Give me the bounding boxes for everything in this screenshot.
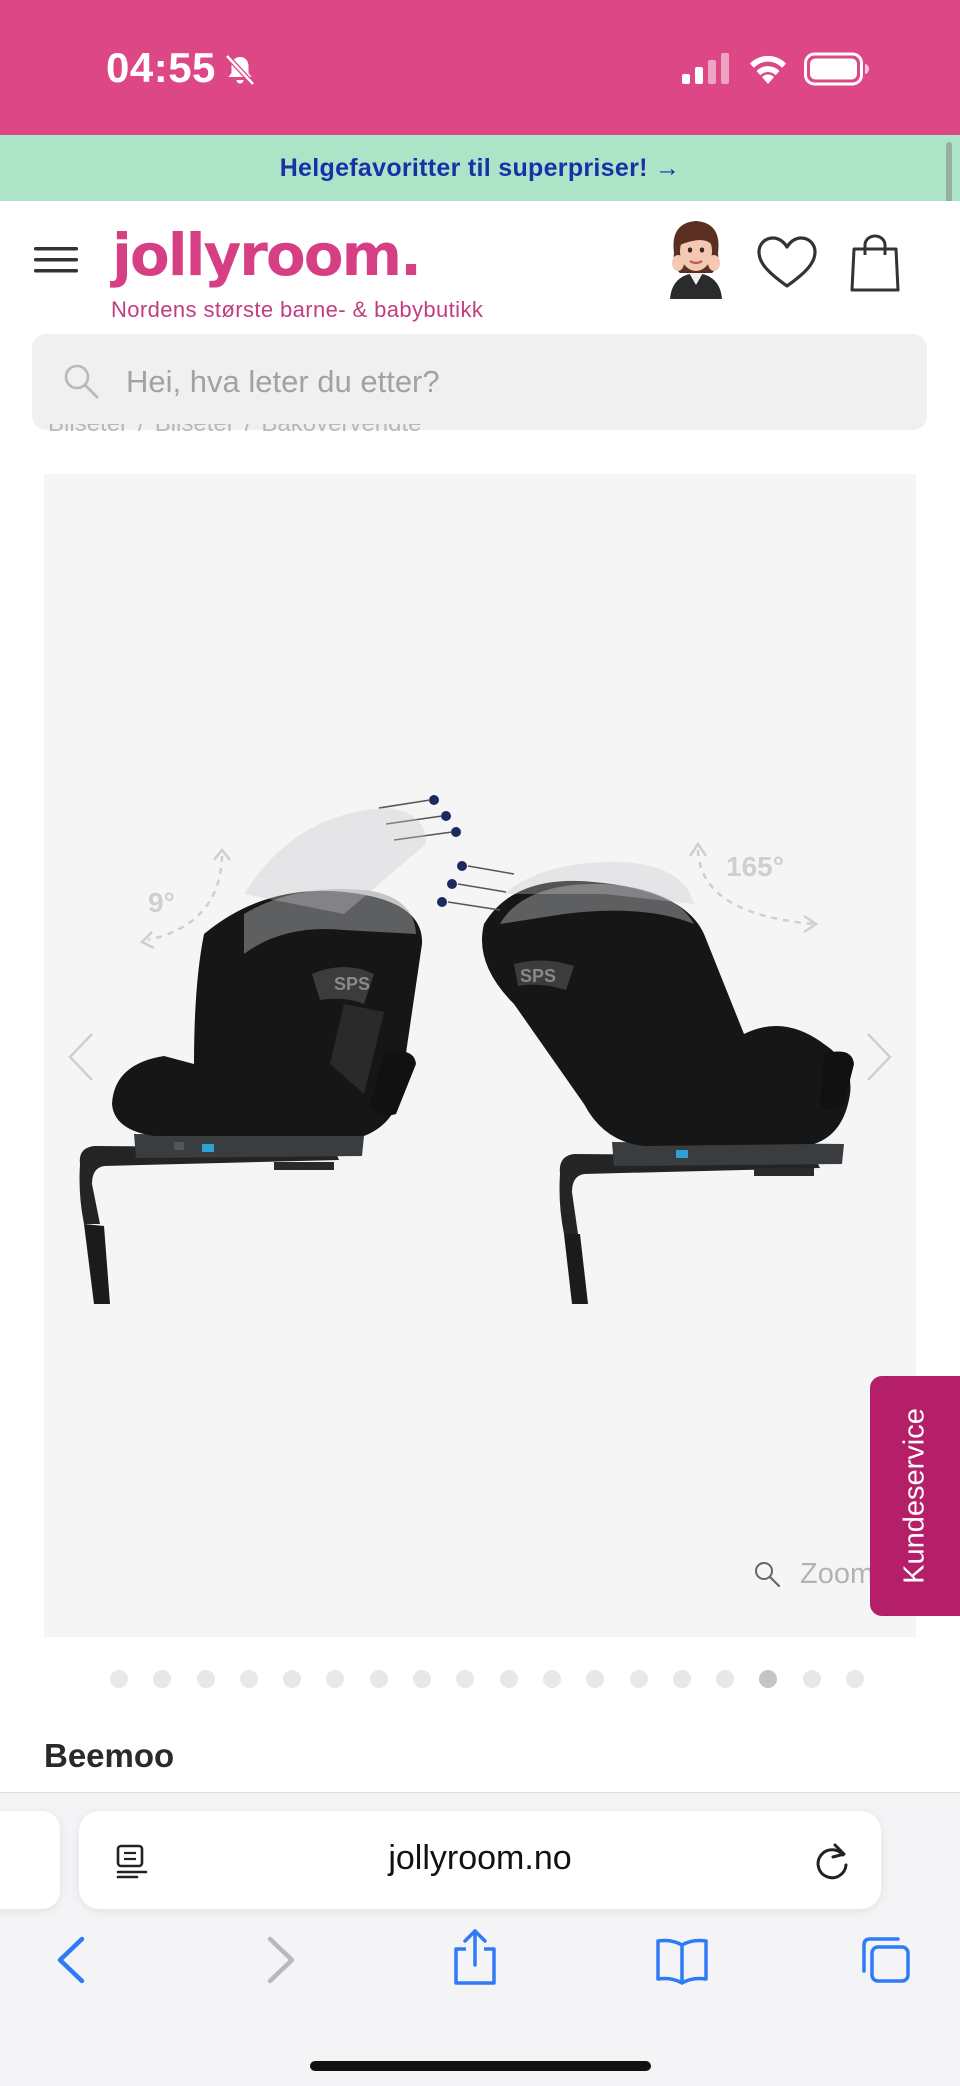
right-car-seat: SPS 165° bbox=[437, 841, 854, 1304]
gallery-next-arrow-icon[interactable] bbox=[864, 1030, 894, 1084]
gallery-dot[interactable] bbox=[672, 1670, 691, 1688]
signal-icon bbox=[682, 53, 729, 84]
car-seat-image: SPS 9° SPS 165° bbox=[79, 795, 854, 1304]
gallery-dot[interactable] bbox=[802, 1670, 821, 1688]
breadcrumb: Bilseter / Bilseter / Bakovervendte bbox=[48, 424, 422, 448]
gallery-dot[interactable] bbox=[716, 1670, 735, 1688]
bell-slash-icon bbox=[225, 54, 255, 86]
product-brand[interactable]: Beemoo bbox=[44, 1737, 174, 1775]
breadcrumb-separator: / bbox=[245, 424, 252, 437]
gallery-dot[interactable] bbox=[456, 1670, 475, 1688]
right-seat-label: SPS bbox=[520, 966, 556, 986]
recline-angle-label-right: 165° bbox=[726, 851, 784, 882]
gallery-dot[interactable] bbox=[110, 1670, 128, 1688]
site-header: jollyroom. Nordens største barne- & baby… bbox=[0, 201, 960, 323]
reload-icon[interactable] bbox=[813, 1841, 851, 1881]
gallery-dot[interactable] bbox=[326, 1670, 345, 1688]
gallery-dot[interactable] bbox=[586, 1670, 605, 1688]
avatar[interactable] bbox=[660, 215, 732, 299]
left-seat-label: SPS bbox=[334, 974, 370, 994]
gallery-dot[interactable] bbox=[759, 1670, 778, 1688]
breadcrumb-item[interactable]: Bakovervendte bbox=[261, 424, 421, 437]
gallery-dot[interactable] bbox=[846, 1670, 865, 1688]
share-icon[interactable] bbox=[448, 1927, 502, 1987]
zoom-icon bbox=[755, 1562, 781, 1588]
site-logo[interactable]: jollyroom. bbox=[112, 221, 422, 289]
gallery-dot[interactable] bbox=[369, 1670, 388, 1688]
gallery-dot[interactable] bbox=[196, 1670, 215, 1688]
forward-icon[interactable] bbox=[250, 1933, 306, 1987]
gallery-dot[interactable] bbox=[153, 1670, 172, 1688]
status-bar: 04:55 bbox=[0, 0, 960, 135]
back-icon[interactable] bbox=[46, 1933, 102, 1987]
gallery-dot[interactable] bbox=[283, 1670, 302, 1688]
shopping-bag-icon[interactable] bbox=[848, 233, 902, 293]
address-bar[interactable]: jollyroom.no bbox=[79, 1811, 881, 1909]
zoom-label[interactable]: Zoom bbox=[800, 1558, 874, 1591]
gallery-dot[interactable] bbox=[239, 1670, 258, 1688]
promo-banner[interactable]: Helgefavoritter til superpriser! → bbox=[0, 135, 960, 201]
promo-link[interactable]: Helgefavoritter til superpriser! → bbox=[280, 154, 681, 183]
heart-icon[interactable] bbox=[756, 235, 818, 291]
gallery-pagination bbox=[110, 1670, 865, 1690]
zoom-control[interactable]: Zoom bbox=[752, 1554, 874, 1594]
screen: { "status_bar": { "time": "04:55", "icon… bbox=[0, 0, 960, 2086]
gallery-dot[interactable] bbox=[499, 1670, 518, 1688]
menu-icon[interactable] bbox=[34, 243, 78, 277]
status-time: 04:55 bbox=[106, 44, 216, 91]
tabs-icon[interactable] bbox=[858, 1933, 914, 1987]
gallery-dot[interactable] bbox=[413, 1670, 432, 1688]
battery-icon bbox=[804, 52, 869, 86]
search-icon bbox=[64, 364, 99, 399]
bookmarks-icon[interactable] bbox=[654, 1933, 710, 1987]
breadcrumb-separator: / bbox=[138, 424, 145, 437]
gallery-dot[interactable] bbox=[542, 1670, 561, 1688]
browser-toolbar: jollyroom.no bbox=[0, 1792, 960, 2086]
wifi-icon bbox=[750, 55, 786, 84]
customer-service-tab[interactable]: Kundeservice bbox=[870, 1376, 960, 1616]
search-box[interactable] bbox=[32, 334, 927, 430]
gallery-prev-arrow-icon[interactable] bbox=[66, 1030, 96, 1084]
breadcrumb-item[interactable]: Bilseter bbox=[48, 424, 128, 437]
left-car-seat: SPS 9° bbox=[79, 795, 461, 1304]
home-indicator[interactable] bbox=[310, 2061, 651, 2071]
url-text[interactable]: jollyroom.no bbox=[79, 1839, 881, 1878]
search-input[interactable] bbox=[126, 334, 906, 430]
previous-tab-preview[interactable] bbox=[0, 1811, 60, 1909]
site-tagline: Nordens største barne- & babybutikk bbox=[111, 297, 484, 322]
breadcrumb-item[interactable]: Bilseter bbox=[155, 424, 235, 437]
product-image-gallery[interactable]: SPS 9° SPS 165° Zoom bbox=[44, 474, 916, 1637]
gallery-dot[interactable] bbox=[629, 1670, 648, 1688]
recline-angle-label: 9° bbox=[148, 887, 175, 918]
customer-service-label[interactable]: Kundeservice bbox=[899, 1408, 932, 1584]
